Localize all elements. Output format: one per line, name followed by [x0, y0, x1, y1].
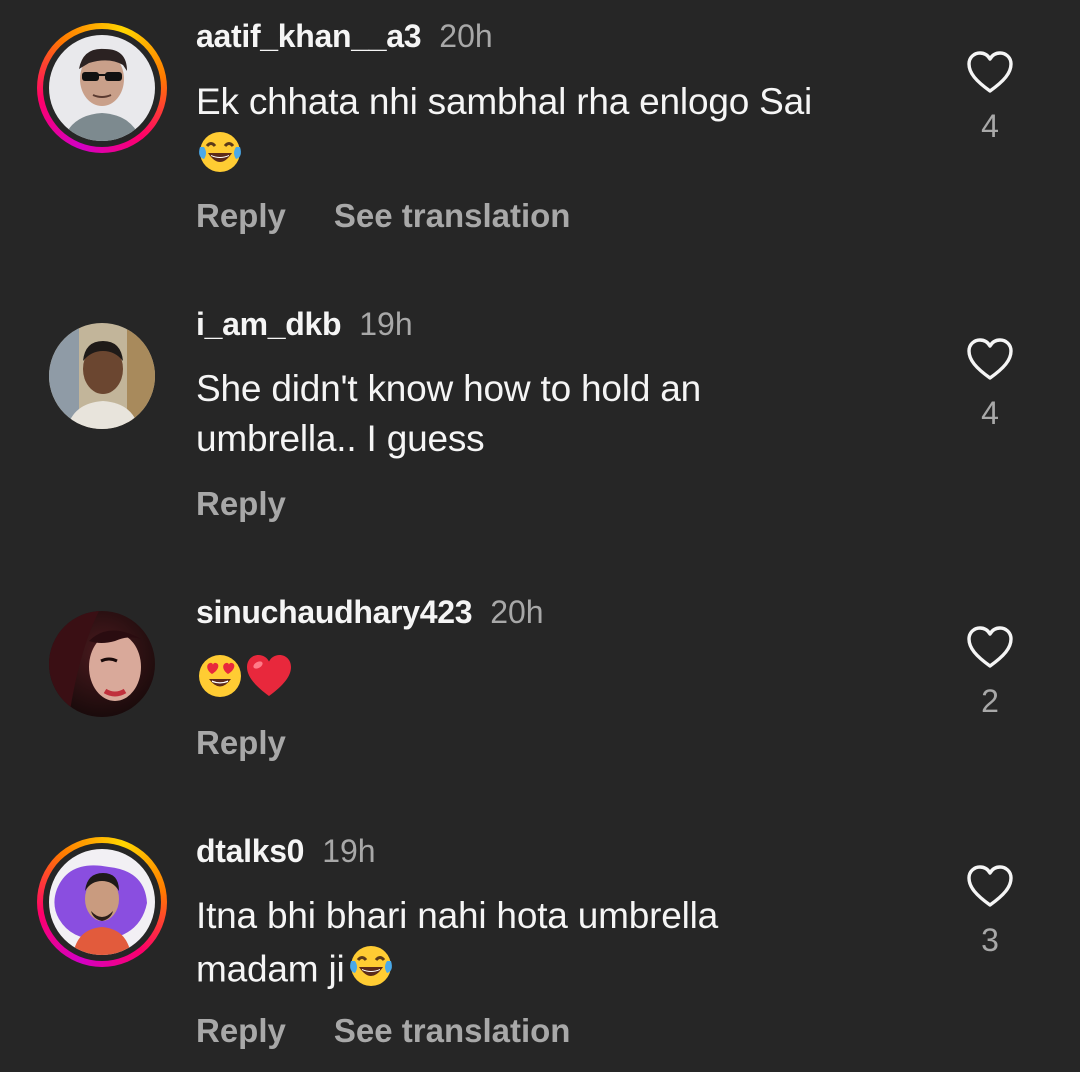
comment-text: Ek chhata nhi sambhal rha enlogo Sai	[196, 77, 916, 188]
avatar	[49, 849, 155, 955]
timestamp: 20h	[439, 18, 493, 54]
comment-header: aatif_khan__a3 20h	[196, 18, 493, 54]
avatar-wrapper[interactable]	[37, 599, 167, 729]
timestamp: 19h	[359, 306, 413, 342]
laughing-tears-emoji	[196, 127, 244, 188]
comment-actions: Reply See translation	[196, 1013, 570, 1049]
like-control: 3	[962, 864, 1018, 958]
heart-icon[interactable]	[966, 337, 1014, 381]
like-control: 4	[962, 337, 1018, 431]
heart-icon[interactable]	[966, 625, 1014, 669]
like-count: 4	[981, 395, 999, 431]
comment-header: sinuchaudhary423 20h	[196, 594, 544, 630]
avatar	[49, 35, 155, 141]
timestamp: 19h	[322, 833, 376, 869]
see-translation-button[interactable]: See translation	[334, 197, 571, 234]
comment-text	[196, 652, 916, 713]
like-count: 2	[981, 683, 999, 719]
avatar-story-ring[interactable]	[37, 23, 167, 153]
avatar-story-ring[interactable]	[37, 837, 167, 967]
like-control: 2	[962, 625, 1018, 719]
username[interactable]: sinuchaudhary423	[196, 594, 473, 630]
username[interactable]: aatif_khan__a3	[196, 18, 422, 54]
reply-button[interactable]: Reply	[196, 485, 286, 522]
see-translation-button[interactable]: See translation	[334, 1012, 571, 1049]
comment-actions: Reply	[196, 725, 286, 761]
timestamp: 20h	[490, 594, 544, 630]
avatar	[49, 611, 155, 717]
comment-actions: Reply See translation	[196, 198, 570, 234]
comment-header: dtalks0 19h	[196, 833, 376, 869]
avatar	[49, 323, 155, 429]
like-count: 3	[981, 922, 999, 958]
comment-text: She didn't know how to hold an umbrella.…	[196, 368, 702, 459]
comment-text: Itna bhi bhari nahi hota umbrella madam …	[196, 891, 836, 1002]
reply-button[interactable]: Reply	[196, 1012, 286, 1049]
reply-button[interactable]: Reply	[196, 724, 286, 761]
laughing-tears-emoji	[347, 941, 395, 1002]
heart-eyes-emoji	[196, 652, 244, 713]
avatar-wrapper[interactable]	[37, 311, 167, 441]
heart-icon[interactable]	[966, 50, 1014, 94]
username[interactable]: i_am_dkb	[196, 306, 342, 342]
heart-icon[interactable]	[966, 864, 1014, 908]
like-count: 4	[981, 108, 999, 144]
comment-header: i_am_dkb 19h	[196, 306, 413, 342]
red-heart-emoji	[244, 652, 294, 713]
username[interactable]: dtalks0	[196, 833, 304, 869]
reply-button[interactable]: Reply	[196, 197, 286, 234]
comment-actions: Reply	[196, 486, 286, 522]
like-control: 4	[962, 50, 1018, 144]
